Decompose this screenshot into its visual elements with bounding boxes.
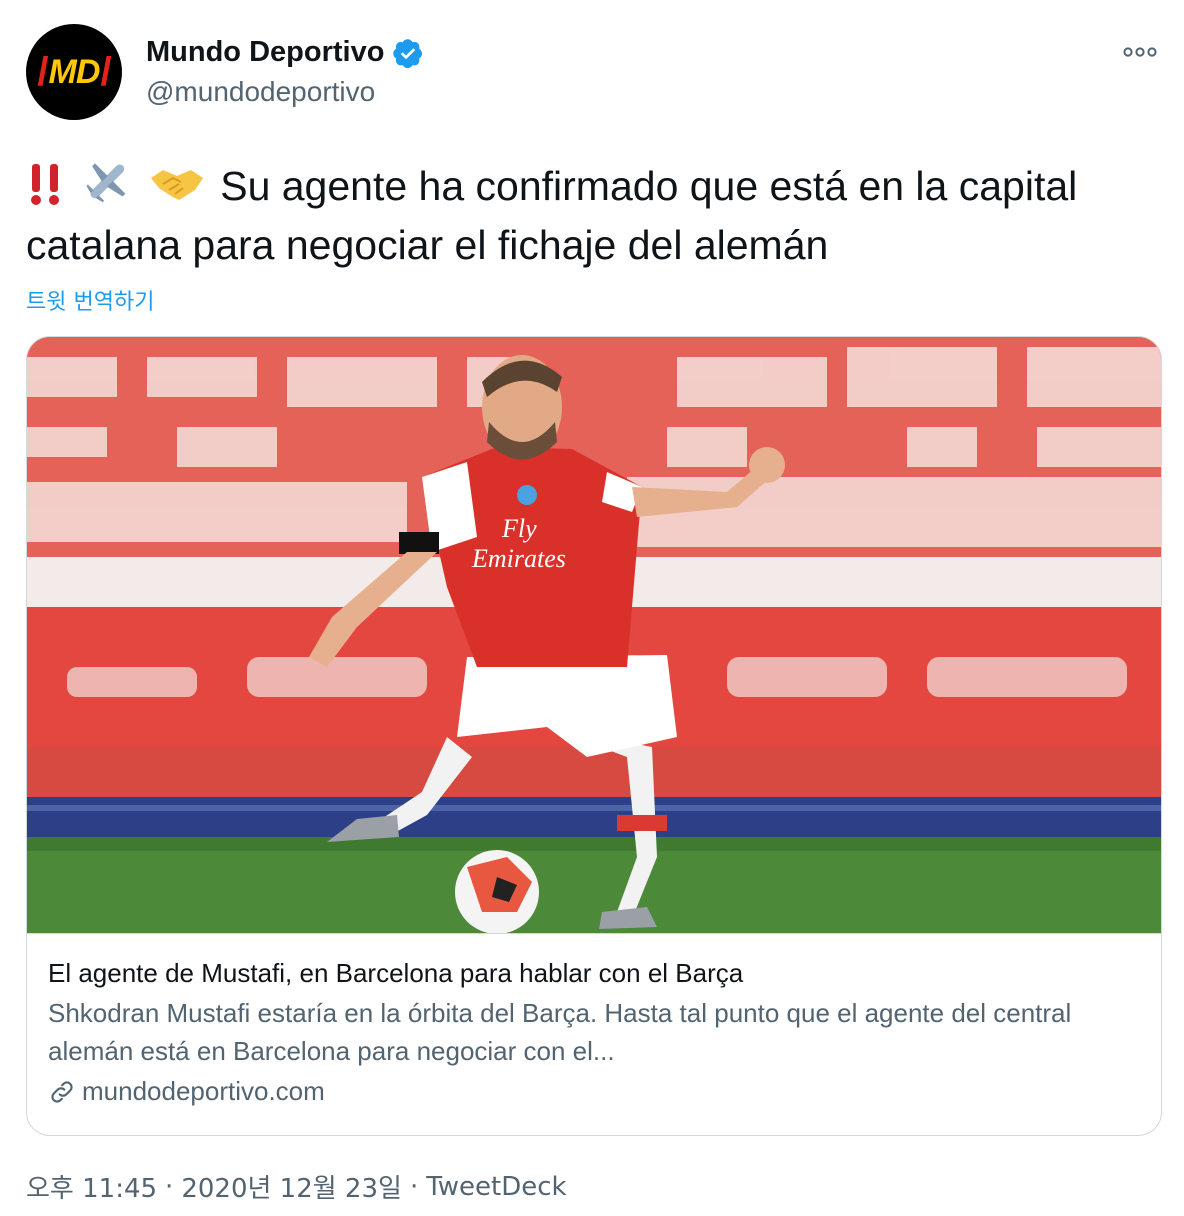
tweet: / MD / Mundo Deportivo @mundodeportivo S… (0, 0, 1184, 1216)
handle[interactable]: @mundodeportivo (146, 76, 375, 108)
more-options-icon[interactable] (1122, 40, 1158, 64)
football (455, 850, 539, 933)
card-domain-text: mundodeportivo.com (82, 1076, 325, 1106)
tweet-time[interactable]: 오후 11:45 (26, 1168, 157, 1205)
handshake-icon (150, 170, 203, 200)
display-name[interactable]: Mundo Deportivo (146, 36, 384, 69)
card-domain: mundodeportivo.com (48, 1076, 1142, 1107)
separator: · (165, 1171, 174, 1202)
verified-badge-icon (393, 38, 423, 68)
mundo-deportivo-logo: / MD / (37, 49, 111, 94)
svg-text:Emirates: Emirates (471, 544, 566, 573)
name-row: Mundo Deportivo (146, 36, 424, 69)
tweet-footer: 오후 11:45 · 2020년 12월 23일 · TweetDeck (26, 1168, 567, 1205)
avatar[interactable]: / MD / (26, 24, 122, 120)
card-title: El agente de Mustafi, en Barcelona para … (48, 958, 744, 988)
svg-text:Fly: Fly (501, 514, 537, 543)
link-icon (51, 1080, 73, 1103)
card-image[interactable]: Fly Emirates (27, 337, 1161, 933)
double-exclamation-icon (31, 164, 59, 205)
card-description: Shkodran Mustafi estaría en la órbita de… (48, 998, 1072, 1066)
tweet-text: Su agente ha confirmado que está en la c… (26, 156, 1156, 275)
card-meta[interactable]: El agente de Mustafi, en Barcelona para … (27, 933, 1161, 1135)
airplane-icon (86, 163, 126, 203)
translate-tweet-link[interactable]: 트윗 번역하기 (26, 284, 154, 316)
link-card[interactable]: Fly Emirates El agente de Mustafi, en Ba… (26, 336, 1162, 1136)
tweet-date[interactable]: 2020년 12월 23일 (181, 1168, 402, 1205)
separator: · (409, 1171, 419, 1202)
tweet-source[interactable]: TweetDeck (426, 1172, 566, 1202)
